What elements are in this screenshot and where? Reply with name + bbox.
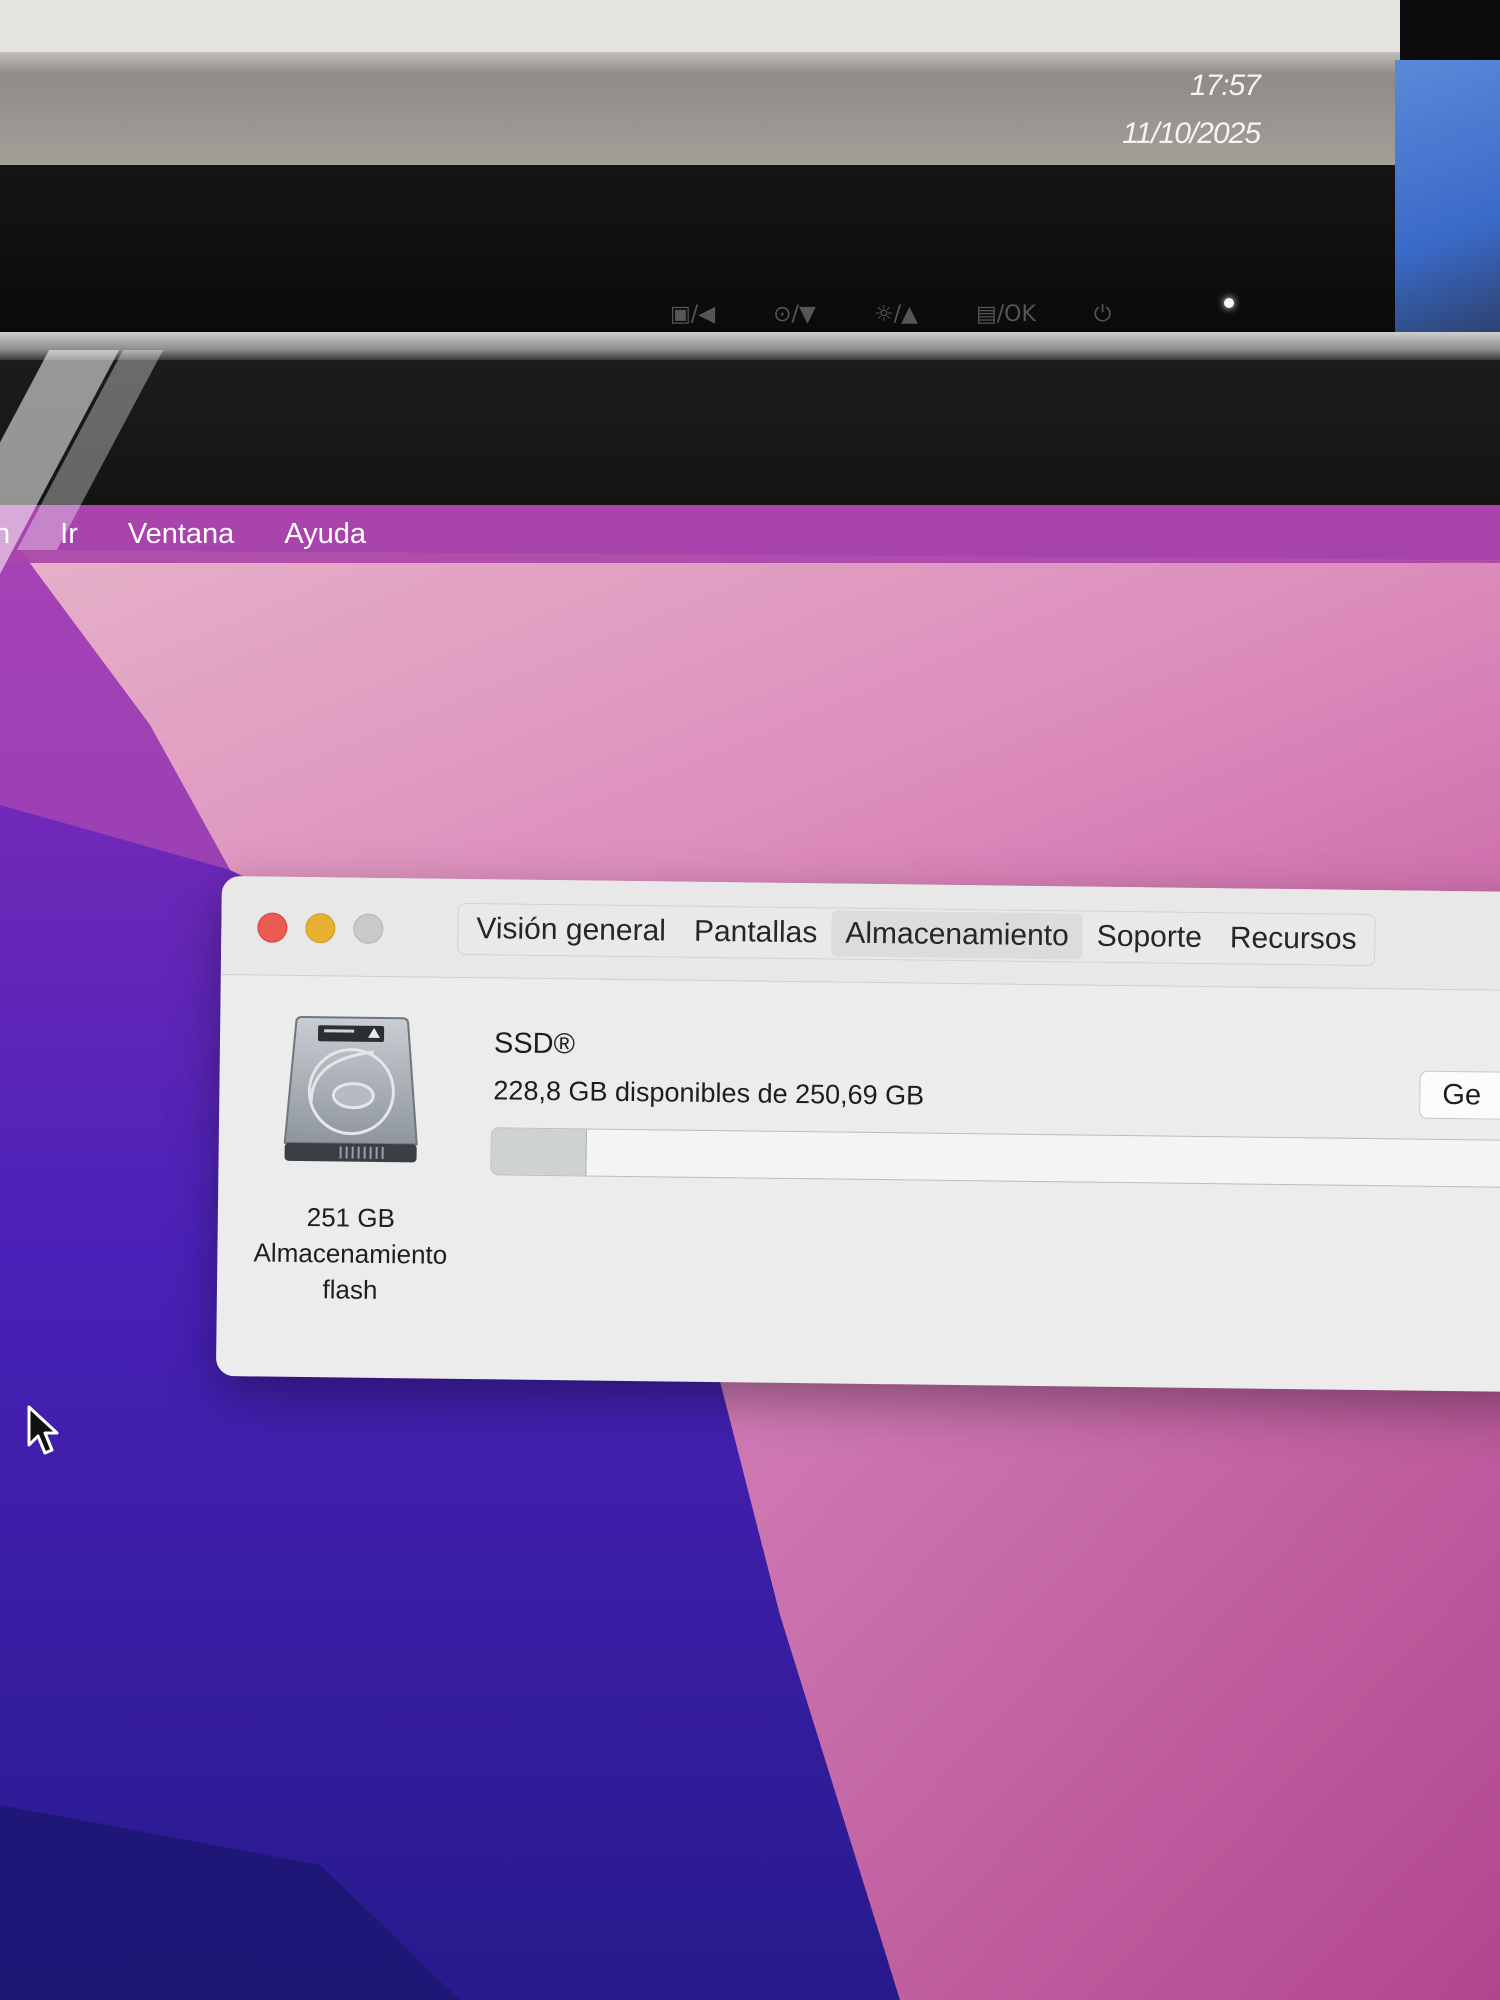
monitor-osd-buttons: ▣/◀ ⊙/▼ ☼/▲ ▤/OK ⏻: [670, 302, 1169, 327]
monitor-input-button[interactable]: ▣/◀: [670, 302, 715, 327]
hard-drive-icon: [283, 1015, 418, 1163]
background-wall: [1395, 60, 1500, 350]
external-screen-window: [0, 0, 1400, 52]
window-titlebar: Visión general Pantallas Almacenamiento …: [220, 876, 1500, 992]
tab-resources[interactable]: Recursos: [1216, 915, 1371, 963]
external-monitor: 17:57 11/10/2025 ▣/◀ ⊙/▼ ☼/▲ ▤/OK ⏻: [0, 0, 1500, 360]
mouse-pointer-icon: [27, 1405, 59, 1455]
tab-support[interactable]: Soporte: [1083, 914, 1217, 962]
tab-bar: Visión general Pantallas Almacenamiento …: [457, 902, 1376, 967]
menu-bar: n Ir Ventana Ayuda: [0, 505, 1500, 563]
drive-caption: 251 GB Almacenamiento flash: [235, 1198, 466, 1309]
menu-item-ayuda[interactable]: Ayuda: [284, 518, 366, 551]
drive-type-line1: Almacenamiento: [253, 1237, 448, 1270]
monitor-ok-button[interactable]: ▤/OK: [976, 302, 1036, 327]
external-screen: 17:57 11/10/2025: [0, 0, 1400, 165]
about-this-mac-window: Visión general Pantallas Almacenamiento …: [215, 876, 1500, 1393]
laptop-lid-edge: [0, 332, 1500, 362]
zoom-button: [353, 913, 384, 944]
drive-capacity: 251 GB: [306, 1202, 396, 1234]
manage-button-label: Ge: [1442, 1078, 1482, 1111]
drive-type-line2: flash: [322, 1274, 378, 1305]
close-button[interactable]: [257, 912, 288, 943]
tab-overview[interactable]: Visión general: [462, 906, 680, 955]
volume-free-space: 228,8 GB disponibles de 250,69 GB: [493, 1075, 925, 1111]
monitor-power-icon[interactable]: ⏻: [1094, 302, 1111, 327]
power-led: [1224, 298, 1234, 308]
manage-button[interactable]: Ge: [1419, 1070, 1500, 1121]
storage-usage-bar: [490, 1127, 1500, 1189]
minimize-button[interactable]: [305, 913, 336, 944]
monitor-down-button[interactable]: ⊙/▼: [773, 302, 816, 327]
clock-date: 11/10/2025: [1122, 117, 1261, 150]
volume-name: SSD®: [493, 1027, 576, 1061]
tab-storage[interactable]: Almacenamiento: [831, 910, 1084, 960]
menu-item-ventana[interactable]: Ventana: [128, 518, 234, 551]
taskbar-clock[interactable]: 17:57 11/10/2025: [1122, 62, 1261, 158]
tab-displays[interactable]: Pantallas: [680, 909, 832, 957]
storage-used-segment: [491, 1128, 587, 1176]
laptop-bezel: [0, 360, 1500, 520]
clock-time: 17:57: [1189, 69, 1261, 102]
monitor-up-button[interactable]: ☼/▲: [874, 302, 918, 327]
